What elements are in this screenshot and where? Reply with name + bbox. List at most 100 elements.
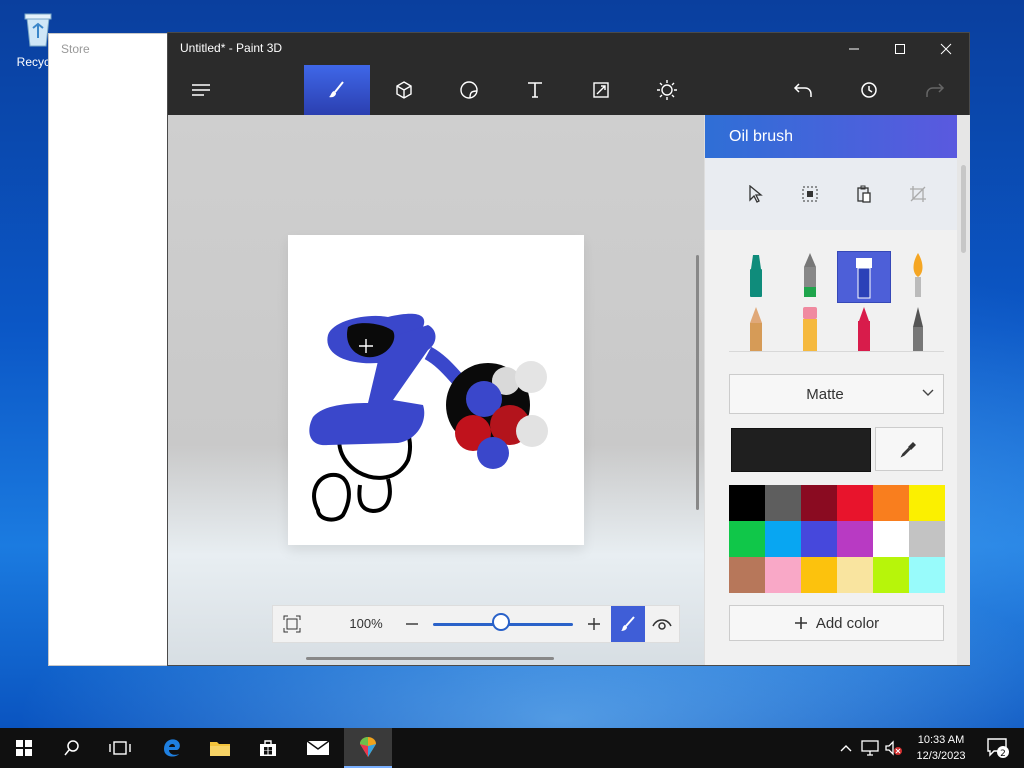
close-icon bbox=[940, 43, 952, 55]
oil-brush-icon bbox=[856, 258, 872, 299]
close-button[interactable] bbox=[923, 33, 969, 65]
file-explorer-button[interactable] bbox=[196, 728, 244, 768]
color-swatch[interactable] bbox=[765, 521, 801, 557]
crayon-tool[interactable] bbox=[837, 303, 891, 351]
brushes-tab[interactable] bbox=[304, 65, 370, 115]
network-icon bbox=[861, 740, 879, 756]
color-swatch[interactable] bbox=[729, 485, 765, 521]
minus-icon bbox=[406, 623, 418, 625]
start-button[interactable] bbox=[0, 728, 48, 768]
oil-brush-tool[interactable] bbox=[837, 251, 891, 303]
redo-button[interactable] bbox=[902, 65, 968, 115]
effects-tab[interactable] bbox=[634, 65, 700, 115]
canvas-horizontal-scrollbar[interactable] bbox=[306, 657, 554, 660]
zoom-slider-thumb[interactable] bbox=[492, 613, 510, 631]
network-button[interactable] bbox=[858, 728, 882, 768]
select-button[interactable] bbox=[737, 176, 773, 212]
color-swatch[interactable] bbox=[729, 557, 765, 593]
eraser-tool[interactable] bbox=[783, 303, 837, 351]
action-center-button[interactable]: 2 bbox=[980, 728, 1016, 768]
color-swatch[interactable] bbox=[765, 485, 801, 521]
marquee-button[interactable] bbox=[792, 176, 828, 212]
plus-icon bbox=[794, 617, 807, 629]
fit-to-window-button[interactable] bbox=[273, 606, 311, 642]
marker-tool[interactable] bbox=[729, 251, 783, 303]
3d-shapes-tab[interactable] bbox=[371, 65, 437, 115]
color-swatch[interactable] bbox=[801, 557, 837, 593]
chevron-down-icon bbox=[922, 389, 934, 396]
paste-button[interactable] bbox=[846, 176, 882, 212]
calligraphy-pen-tool[interactable] bbox=[783, 251, 837, 303]
canvas-area[interactable]: 100% bbox=[168, 115, 704, 665]
volume-button[interactable] bbox=[882, 728, 906, 768]
window-title: Untitled* - Paint 3D bbox=[180, 41, 283, 55]
crop-button[interactable] bbox=[900, 176, 936, 212]
color-swatch[interactable] bbox=[765, 557, 801, 593]
color-swatch[interactable] bbox=[873, 521, 909, 557]
minimize-icon bbox=[849, 48, 859, 50]
color-swatch[interactable] bbox=[801, 521, 837, 557]
color-swatch[interactable] bbox=[873, 485, 909, 521]
panel-scrollbar[interactable] bbox=[957, 115, 970, 665]
paint3d-window[interactable]: Untitled* - Paint 3D 100% Oil brush Matt… bbox=[167, 32, 970, 666]
brush-panel: Oil brush Matte Add color bbox=[704, 115, 970, 665]
store-window[interactable]: Store bbox=[48, 33, 170, 666]
add-color-button[interactable]: Add color bbox=[729, 605, 944, 641]
notification-count: 2 bbox=[1000, 749, 1006, 759]
color-swatch[interactable] bbox=[837, 557, 873, 593]
main-toolbar bbox=[168, 65, 969, 115]
pixel-pen-tool[interactable] bbox=[891, 303, 945, 351]
zoom-in-button[interactable] bbox=[581, 606, 607, 642]
text-tab[interactable] bbox=[502, 65, 568, 115]
windows-icon bbox=[16, 740, 32, 756]
taskbar: 10:33 AM 12/3/2023 2 bbox=[0, 728, 1024, 768]
drawing-canvas[interactable] bbox=[288, 235, 584, 545]
color-swatch[interactable] bbox=[909, 557, 945, 593]
fit-to-window-icon bbox=[283, 615, 301, 633]
current-color-swatch[interactable] bbox=[731, 428, 871, 472]
undo-button[interactable] bbox=[770, 65, 836, 115]
show-hidden-icons-button[interactable] bbox=[834, 728, 858, 768]
drawing bbox=[309, 313, 548, 522]
chevron-up-icon bbox=[840, 745, 852, 752]
edge-button[interactable] bbox=[148, 728, 196, 768]
finish-dropdown[interactable]: Matte bbox=[729, 374, 944, 414]
color-swatch[interactable] bbox=[837, 521, 873, 557]
eraser-icon bbox=[803, 307, 817, 351]
edge-icon bbox=[164, 739, 180, 757]
task-view-icon bbox=[109, 741, 131, 755]
color-swatch[interactable] bbox=[729, 521, 765, 557]
brush-tools bbox=[729, 251, 945, 351]
effects-icon bbox=[657, 80, 677, 100]
canvas-vertical-scrollbar[interactable] bbox=[696, 255, 699, 510]
color-swatch[interactable] bbox=[909, 521, 945, 557]
eyedropper-button[interactable] bbox=[875, 427, 943, 471]
menu-button[interactable] bbox=[168, 65, 234, 115]
stickers-tab[interactable] bbox=[436, 65, 502, 115]
pencil-icon bbox=[750, 307, 762, 351]
pencil-tool[interactable] bbox=[729, 303, 783, 351]
color-swatch[interactable] bbox=[837, 485, 873, 521]
minimize-button[interactable] bbox=[831, 33, 877, 65]
color-palette bbox=[729, 485, 945, 593]
canvas-tab[interactable] bbox=[568, 65, 634, 115]
task-view-button[interactable] bbox=[96, 728, 144, 768]
view-3d-button[interactable] bbox=[645, 606, 679, 642]
eyedropper-icon bbox=[900, 442, 916, 458]
search-button[interactable] bbox=[48, 728, 96, 768]
crayon-icon bbox=[858, 307, 870, 351]
system-clock[interactable]: 10:33 AM 12/3/2023 bbox=[906, 732, 976, 764]
history-button[interactable] bbox=[836, 65, 902, 115]
color-swatch[interactable] bbox=[873, 557, 909, 593]
maximize-button[interactable] bbox=[877, 33, 923, 65]
store-taskbar-button[interactable] bbox=[244, 728, 292, 768]
paint3d-taskbar-button[interactable] bbox=[344, 728, 392, 768]
panel-scrollbar-thumb[interactable] bbox=[961, 165, 966, 253]
color-swatch[interactable] bbox=[801, 485, 837, 521]
plus-icon bbox=[588, 618, 600, 630]
mail-button[interactable] bbox=[294, 728, 342, 768]
zoom-out-button[interactable] bbox=[399, 606, 425, 642]
color-swatch[interactable] bbox=[909, 485, 945, 521]
watercolor-tool[interactable] bbox=[891, 251, 945, 303]
view-brush-button[interactable] bbox=[611, 606, 645, 642]
